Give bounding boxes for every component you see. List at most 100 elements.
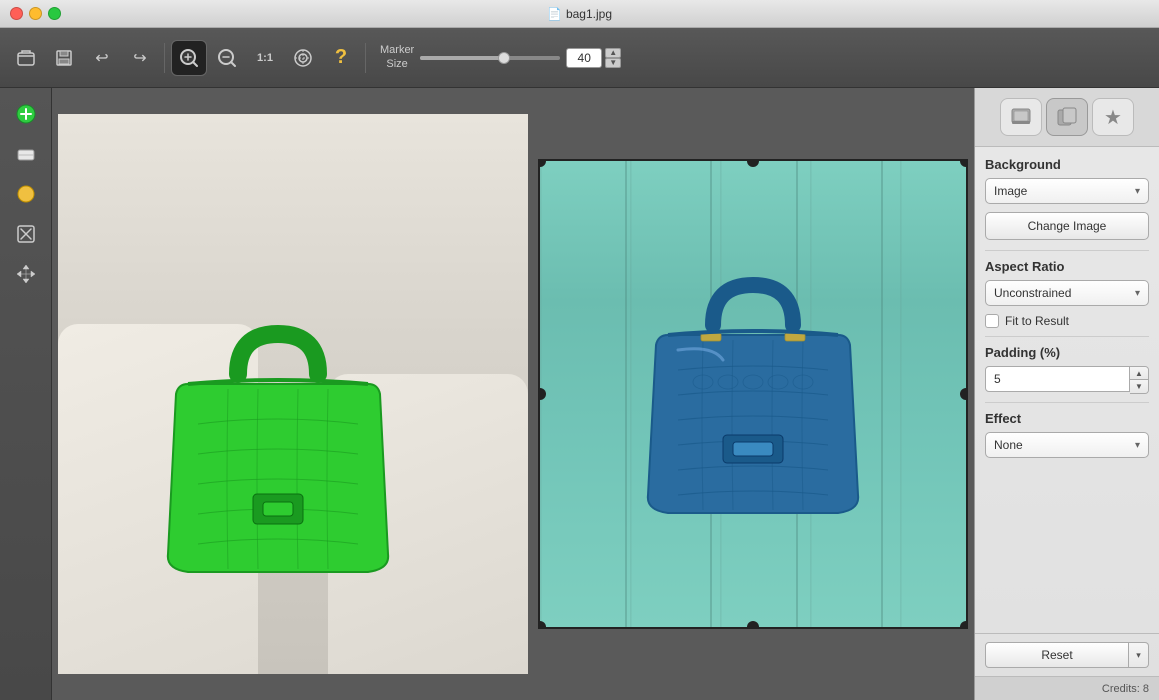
padding-down-arrow[interactable]: ▼ [1130,380,1148,393]
aspect-ratio-arrow: ▾ [1135,288,1140,299]
close-button[interactable] [10,7,23,20]
handle-bottom-right[interactable] [960,621,968,629]
aspect-ratio-dropdown[interactable]: Unconstrained ▾ [985,280,1149,306]
padding-up-arrow[interactable]: ▲ [1130,367,1148,380]
padding-label: Padding (%) [985,345,1149,360]
redo-icon: ↪ [133,48,146,68]
reset-row: Reset ▾ [975,633,1159,676]
tab-background-button[interactable] [1046,98,1088,136]
divider-2 [985,336,1149,337]
zoom-out-button[interactable] [209,40,245,76]
marker-size-arrows: ▲ ▼ [605,48,621,68]
aspect-ratio-value: Unconstrained [994,286,1071,300]
fit-1-1-button[interactable]: 1:1 [247,40,283,76]
green-bag-svg [138,294,418,614]
marker-size-label: Marker Size [380,44,414,70]
marker-size-value[interactable]: 40 [566,48,602,68]
redo-button[interactable]: ↪ [122,40,158,76]
help-icon: ? [335,46,347,69]
canvas-area [52,88,974,700]
add-tool-button[interactable] [8,96,44,132]
circle-tool-icon [15,183,37,205]
marker-size-slider[interactable] [420,56,560,60]
zoom-fit-button[interactable] [285,40,321,76]
save-button[interactable] [46,40,82,76]
padding-arrows: ▲ ▼ [1130,366,1149,394]
credits-bar: Credits: 8 [975,676,1159,700]
handle-bottom-center[interactable] [747,621,759,629]
reset-dropdown-arrow[interactable]: ▾ [1129,642,1149,668]
right-panel-content: Background Image ▾ Change Image Aspect R… [975,147,1159,633]
window-title: 📄 bag1.jpg [547,7,612,21]
image-panels [52,88,974,700]
separator-1 [164,43,165,73]
title-bar: 📄 bag1.jpg [0,0,1159,28]
clear-tool-button[interactable] [8,216,44,252]
maximize-button[interactable] [48,7,61,20]
effect-arrow: ▾ [1135,440,1140,451]
right-panel-tabs: ↓ ★ [975,88,1159,147]
add-icon [15,103,37,125]
background-dropdown-arrow: ▾ [1135,186,1140,197]
minimize-button[interactable] [29,7,42,20]
aspect-ratio-dropdown-row: Unconstrained ▾ [985,280,1149,306]
open-icon [16,48,36,68]
separator-2 [365,43,366,73]
marker-size-slider-container[interactable] [420,56,560,60]
eraser-tool-button[interactable] [8,136,44,172]
reset-button[interactable]: Reset [985,642,1129,668]
marker-size-up-arrow[interactable]: ▲ [605,48,621,58]
help-button[interactable]: ? [323,40,359,76]
tab-favorites-button[interactable]: ★ [1092,98,1134,136]
zoom-in-button[interactable] [171,40,207,76]
effect-dropdown-row: None ▾ [985,432,1149,458]
fit-to-result-checkbox[interactable] [985,314,999,328]
fit-to-result-label: Fit to Result [1005,314,1069,328]
fit-to-result-row: Fit to Result [985,314,1149,328]
background-dropdown[interactable]: Image ▾ [985,178,1149,204]
copy-icon [1056,106,1078,128]
background-dropdown-value: Image [994,184,1027,198]
change-image-button[interactable]: Change Image [985,212,1149,240]
background-section-label: Background [985,157,1149,172]
effect-value: None [994,438,1023,452]
file-icon: 📄 [547,7,562,21]
open-button[interactable] [8,40,44,76]
padding-input-group: 5 ▲ ▼ [985,366,1149,394]
original-image-panel [58,114,528,674]
clear-icon [15,223,37,245]
marker-size-slider-thumb [498,52,510,64]
undo-button[interactable]: ↩ [84,40,120,76]
marker-size-down-arrow[interactable]: ▼ [605,58,621,68]
save-icon [54,48,74,68]
fit-1-1-icon: 1:1 [257,52,273,64]
toolbar: ↩ ↪ 1:1 ? Marker Size [0,28,1159,88]
move-icon [15,263,37,285]
zoom-out-icon [216,47,238,69]
effect-label: Effect [985,411,1149,426]
blue-bag-svg [623,250,883,550]
undo-icon: ↩ [95,48,108,68]
marker-size-value-group: 40 ▲ ▼ [566,48,621,68]
aspect-ratio-label: Aspect Ratio [985,259,1149,274]
result-image-panel [538,159,968,629]
layers-icon [1010,106,1032,128]
zoom-in-icon [178,47,200,69]
divider-1 [985,250,1149,251]
original-bag [138,294,418,614]
credits-text: Credits: 8 [1102,683,1149,695]
handle-middle-right[interactable] [960,388,968,400]
zoom-fit-icon [292,47,314,69]
right-panel: ↓ ★ Background [974,88,1159,700]
circle-tool-button[interactable] [8,176,44,212]
background-dropdown-row: Image ▾ [985,178,1149,204]
divider-3 [985,402,1149,403]
left-tools-panel [0,88,52,700]
padding-value[interactable]: 5 [985,366,1130,392]
main-content: ↓ ★ Background [0,88,1159,700]
marker-size-group: Marker Size 40 ▲ ▼ [380,44,621,70]
eraser-icon [15,143,37,165]
move-tool-button[interactable] [8,256,44,292]
tab-layers-button[interactable] [1000,98,1042,136]
effect-dropdown[interactable]: None ▾ [985,432,1149,458]
